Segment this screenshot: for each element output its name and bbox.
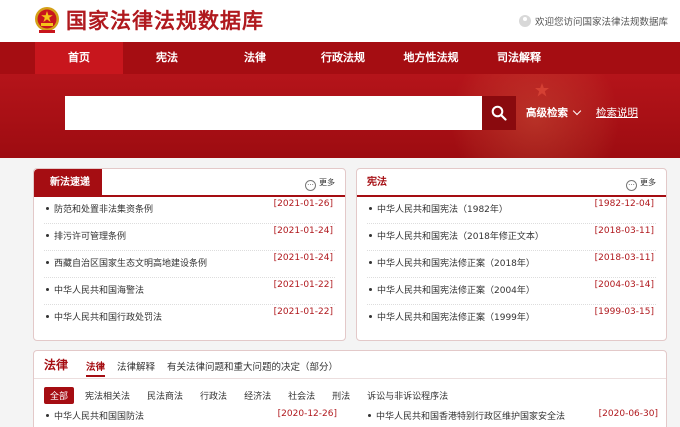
category-social[interactable]: 社会法 [282,387,321,404]
category-administrative[interactable]: 行政法 [194,387,233,404]
bullet-icon [369,234,372,237]
more-label: 更多 [319,178,335,187]
bullet-icon [46,207,49,210]
bullet-icon [46,261,49,264]
category-procedure[interactable]: 诉讼与非诉讼程序法 [361,387,454,404]
bullet-icon [369,207,372,210]
advanced-search-button[interactable]: 高级检索 [526,105,582,120]
list-item[interactable]: 中华人民共和国行政处罚法 [2021-01-22] [44,305,335,332]
list-item-title: 中华人民共和国宪法（2018年修正文本） [377,232,544,242]
category-economic[interactable]: 经济法 [238,387,277,404]
law-row-date: [2020-12-26] [277,409,337,419]
new-laws-list: 防范和处置非法集资条例 [2021-01-26] 排污许可管理条例 [2021-01… [34,197,345,332]
laws-panel: 法律 法律 法律解释 有关法律问题和重大问题的决定（部分） 全部 宪法相关法 民… [33,350,667,427]
tab-laws[interactable]: 法律 [86,359,106,377]
table-row[interactable]: 中华人民共和国香港特别行政区维护国家安全法 [2020-06-30] [366,409,658,422]
list-item-date: [2021-01-24] [273,253,333,263]
nav-local-regulations[interactable]: 地方性法规 [387,42,475,74]
bullet-icon [46,288,49,291]
laws-header: 法律 法律 法律解释 有关法律问题和重大问题的决定（部分） [34,351,666,379]
national-emblem-icon [35,7,59,33]
site-header: 国家法律法规数据库 欢迎您访问国家法律法规数据库 [0,0,680,42]
bullet-icon [369,261,372,264]
star-icon [535,83,549,97]
welcome-label: 欢迎您访问国家法律法规数据库 [534,17,668,28]
list-item-title: 中华人民共和国宪法修正案（1999年） [377,313,535,323]
table-row[interactable]: 中华人民共和国国防法 [2020-12-26] [44,409,337,422]
list-item-date: [2004-03-14] [594,280,654,290]
tab-decisions[interactable]: 有关法律问题和重大问题的决定（部分） [167,359,338,377]
welcome-text: 欢迎您访问国家法律法规数据库 [518,14,668,28]
search-input[interactable] [65,96,482,130]
list-item-title: 西藏自治区国家生态文明高地建设条例 [54,259,208,269]
list-item-date: [2018-03-11] [594,226,654,236]
bullet-icon [368,414,371,417]
list-item-date: [1982-12-04] [594,199,654,209]
list-item-title: 中华人民共和国宪法修正案（2018年） [377,259,535,269]
list-item-title: 中华人民共和国海警法 [54,286,145,296]
new-laws-panel: 新法速递 ··· 更多 防范和处置非法集资条例 [2021-01-26] 排污许可管… [33,168,346,341]
list-item-title: 排污许可管理条例 [54,232,127,242]
bullet-icon [369,315,372,318]
list-item-date: [2021-01-26] [273,199,333,209]
nav-judicial-interpretations[interactable]: 司法解释 [475,42,563,74]
user-icon [518,15,531,27]
more-icon: ··· [626,180,637,191]
nav-administrative-regulations[interactable]: 行政法规 [299,42,387,74]
list-item-date: [1999-03-15] [594,307,654,317]
search-help-link[interactable]: 检索说明 [596,105,638,120]
advanced-search-label: 高级检索 [526,107,568,119]
bullet-icon [46,315,49,318]
search-banner: 高级检索 检索说明 [0,74,680,158]
laws-tabs: 法律 法律解释 有关法律问题和重大问题的决定（部分） [86,359,350,377]
more-label: 更多 [640,178,656,187]
list-item-title: 中华人民共和国宪法（1982年） [377,205,508,215]
chevron-down-icon [572,106,582,116]
laws-title: 法律 [44,358,69,372]
constitution-panel: 宪法 ··· 更多 中华人民共和国宪法（1982年） [1982-12-04] 中华… [356,168,667,341]
main-nav: 首页 宪法 法律 行政法规 地方性法规 司法解释 [0,42,680,74]
bullet-icon [369,288,372,291]
bullet-icon [46,414,49,417]
nav-laws[interactable]: 法律 [211,42,299,74]
category-all[interactable]: 全部 [44,387,75,404]
tab-law-interpretations[interactable]: 法律解释 [117,359,155,377]
bullet-icon [46,234,49,237]
list-item-title: 中华人民共和国行政处罚法 [54,313,163,323]
list-item[interactable]: 中华人民共和国宪法修正案（1999年） [1999-03-15] [367,305,656,332]
list-item-date: [2021-01-22] [273,280,333,290]
category-filter: 全部 宪法相关法 民法商法 行政法 经济法 社会法 刑法 诉讼与非诉讼程序法 [44,387,459,404]
law-row-title: 中华人民共和国国防法 [54,412,145,422]
nav-home[interactable]: 首页 [35,42,123,74]
list-item-title: 中华人民共和国宪法修正案（2004年） [377,286,535,296]
site-title: 国家法律法规数据库 [66,9,264,33]
category-criminal[interactable]: 刑法 [326,387,356,404]
category-civil-commercial[interactable]: 民法商法 [141,387,189,404]
constitution-more-link[interactable]: ··· 更多 [626,177,656,191]
new-laws-title: 新法速递 [34,169,102,197]
list-item-date: [2018-03-11] [594,253,654,263]
law-row-title: 中华人民共和国香港特别行政区维护国家安全法 [376,412,566,422]
constitution-list: 中华人民共和国宪法（1982年） [1982-12-04] 中华人民共和国宪法（2… [357,197,666,332]
search-button[interactable] [482,96,516,130]
more-icon: ··· [305,180,316,191]
list-item-title: 防范和处置非法集资条例 [54,205,154,215]
list-item-date: [2021-01-24] [273,226,333,236]
search-icon [491,105,507,121]
list-item-date: [2021-01-22] [273,307,333,317]
new-laws-more-link[interactable]: ··· 更多 [305,177,335,191]
constitution-title: 宪法 [367,177,387,188]
nav-constitution[interactable]: 宪法 [123,42,211,74]
law-row-date: [2020-06-30] [598,409,658,419]
category-constitutional[interactable]: 宪法相关法 [79,387,136,404]
